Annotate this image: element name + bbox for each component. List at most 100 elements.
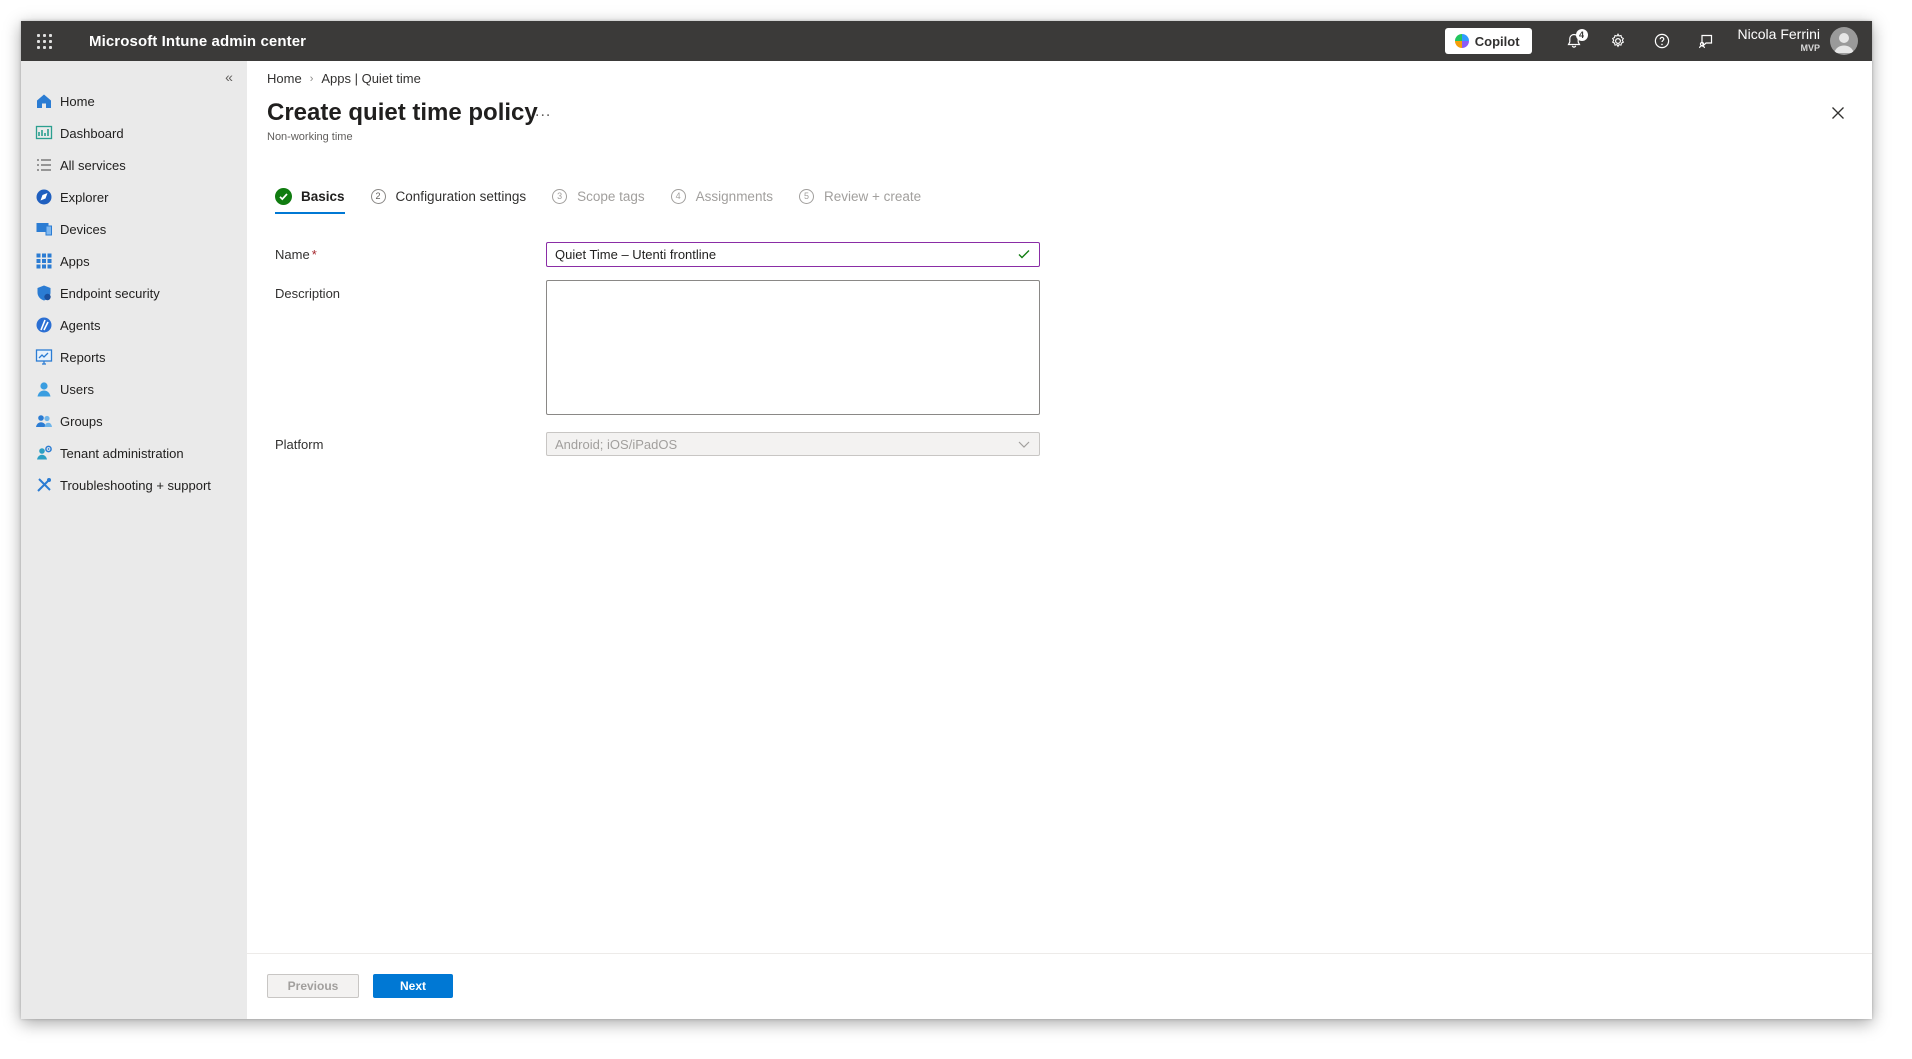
step-number: 3 [552, 188, 568, 204]
breadcrumb: Home › Apps | Quiet time [267, 71, 421, 86]
notification-count-badge: 4 [1575, 29, 1588, 41]
gear-icon [1611, 33, 1624, 48]
sidebar-item-troubleshooting-support[interactable]: Troubleshooting + support [21, 469, 247, 501]
sidebar-item-reports[interactable]: Reports [21, 341, 247, 373]
apps-grid-icon [35, 252, 53, 270]
breadcrumb-apps-link[interactable]: Apps | Quiet time [321, 71, 420, 86]
app-window: Microsoft Intune admin center Copilot 4 [21, 21, 1872, 1019]
copilot-label: Copilot [1474, 33, 1520, 49]
wizard-footer: Previous Next [247, 953, 1872, 1019]
tab-assignments[interactable]: 4 Assignments [670, 182, 773, 210]
sidebar: « Home Dashboard All services Explorer D… [21, 61, 247, 1019]
sidebar-nav: Home Dashboard All services Explorer Dev… [21, 85, 247, 501]
tab-scope-tags[interactable]: 3 Scope tags [552, 182, 645, 210]
sidebar-item-endpoint-security[interactable]: Endpoint security [21, 277, 247, 309]
tools-icon [35, 476, 53, 494]
name-label-text: Name [275, 247, 310, 262]
page-subtitle: Non-working time [267, 131, 353, 143]
valid-check-icon [1018, 250, 1030, 259]
platform-label: Platform [275, 437, 324, 452]
step-label: Review + create [823, 188, 922, 204]
sidebar-item-label: All services [60, 157, 126, 173]
sidebar-item-label: Agents [60, 317, 101, 333]
close-icon [1832, 107, 1844, 119]
account-menu[interactable]: Nicola Ferrini MVP [1738, 27, 1858, 55]
step-number: 2 [370, 188, 386, 204]
top-bar: Microsoft Intune admin center Copilot 4 [21, 21, 1872, 61]
breadcrumb-separator-icon: › [309, 72, 314, 85]
sidebar-item-label: Explorer [60, 189, 109, 205]
step-label: Scope tags [577, 188, 645, 204]
sidebar-item-label: Tenant administration [60, 445, 184, 461]
user-name: Nicola Ferrini [1737, 26, 1820, 42]
sidebar-item-home[interactable]: Home [21, 85, 247, 117]
next-button[interactable]: Next [373, 974, 453, 998]
user-icon [35, 380, 53, 398]
tab-review-create[interactable]: 5 Review + create [798, 182, 922, 210]
explorer-icon [35, 188, 53, 206]
previous-button[interactable]: Previous [267, 974, 359, 998]
close-button[interactable] [1828, 103, 1848, 123]
step-number: 4 [670, 188, 686, 204]
name-input[interactable] [546, 242, 1040, 267]
home-icon [35, 92, 53, 110]
sidebar-item-devices[interactable]: Devices [21, 213, 247, 245]
step-label: Basics [301, 188, 345, 204]
sidebar-item-explorer[interactable]: Explorer [21, 181, 247, 213]
description-label: Description [275, 286, 341, 301]
sidebar-item-label: Devices [60, 221, 107, 237]
main-content: Home › Apps | Quiet time Create quiet ti… [247, 61, 1872, 1019]
copilot-button[interactable]: Copilot [1444, 28, 1532, 54]
wizard-steps: Basics 2 Configuration settings 3 Scope … [275, 182, 947, 214]
sidebar-item-label: Reports [60, 349, 106, 365]
collapse-sidebar-button[interactable]: « [219, 67, 239, 87]
feedback-icon [1698, 34, 1712, 49]
list-icon [35, 156, 53, 174]
breadcrumb-home-link[interactable]: Home [267, 71, 302, 86]
sidebar-item-label: Groups [60, 413, 103, 429]
sidebar-item-apps[interactable]: Apps [21, 245, 247, 277]
agents-icon [35, 316, 53, 334]
dashboard-icon [35, 124, 53, 142]
tenant-icon [35, 444, 53, 462]
tab-basics[interactable]: Basics [275, 182, 345, 214]
step-label: Assignments [695, 188, 773, 204]
check-circle-icon [275, 187, 292, 205]
chevron-down-icon [1018, 441, 1030, 448]
sidebar-item-agents[interactable]: Agents [21, 309, 247, 341]
user-tag: MVP [1800, 43, 1820, 53]
account-text: Nicola Ferrini MVP [1738, 27, 1820, 55]
platform-value: Android; iOS/iPadOS [555, 436, 678, 452]
step-label: Configuration settings [395, 188, 527, 204]
copilot-icon [1454, 34, 1469, 48]
app-launcher-button[interactable] [21, 21, 67, 61]
required-indicator: * [311, 247, 317, 262]
shield-icon [35, 284, 53, 302]
sidebar-item-label: Endpoint security [60, 285, 160, 301]
devices-icon [35, 220, 53, 238]
sidebar-item-groups[interactable]: Groups [21, 405, 247, 437]
sidebar-item-label: Home [60, 93, 95, 109]
notifications-button[interactable]: 4 [1552, 21, 1596, 61]
help-icon [1654, 33, 1669, 49]
sidebar-item-dashboard[interactable]: Dashboard [21, 117, 247, 149]
avatar [1830, 27, 1858, 55]
sidebar-item-all-services[interactable]: All services [21, 149, 247, 181]
description-input[interactable] [546, 280, 1040, 415]
sidebar-item-tenant-administration[interactable]: Tenant administration [21, 437, 247, 469]
help-button[interactable] [1640, 21, 1684, 61]
sidebar-item-label: Troubleshooting + support [60, 477, 211, 493]
waffle-icon [36, 33, 52, 49]
platform-dropdown[interactable]: Android; iOS/iPadOS [546, 432, 1040, 456]
reports-icon [35, 348, 53, 366]
settings-button[interactable] [1596, 21, 1640, 61]
feedback-button[interactable] [1684, 21, 1728, 61]
double-chevron-left-icon: « [225, 69, 233, 85]
top-bar-actions: Copilot 4 Nicola Ferrini MVP [1444, 21, 1872, 61]
sidebar-item-label: Apps [60, 253, 90, 269]
app-title[interactable]: Microsoft Intune admin center [89, 33, 306, 50]
more-options-button[interactable]: ... [535, 103, 551, 121]
tab-configuration-settings[interactable]: 2 Configuration settings [370, 182, 527, 210]
sidebar-item-users[interactable]: Users [21, 373, 247, 405]
page-title: Create quiet time policy [267, 99, 538, 126]
